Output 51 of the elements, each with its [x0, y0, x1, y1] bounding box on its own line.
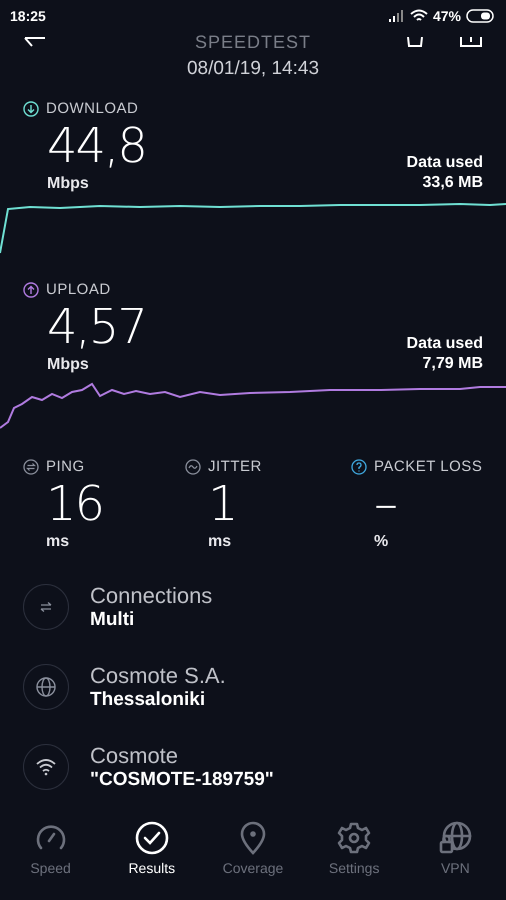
test-date: 08/01/19, 14:43 [186, 58, 320, 80]
info-title: Cosmote [90, 743, 180, 769]
wifi-icon [410, 9, 428, 23]
data-used-value: 7,79 MB [422, 354, 483, 374]
stat-value: 1 [208, 475, 237, 533]
arrow-up-icon [23, 282, 39, 298]
unit-label: ms [46, 533, 70, 551]
signal-icon [388, 10, 405, 22]
app-title: SPEEDTEST [194, 32, 312, 52]
arrows-icon [23, 584, 69, 630]
info-title: Connections [90, 583, 212, 609]
ping-icon [23, 458, 39, 474]
nav-tab[interactable]: Speed [6, 820, 96, 892]
info-value: Multi [90, 609, 136, 631]
stat-value: 16 [46, 475, 104, 533]
question-icon [351, 458, 367, 474]
arrow-down-icon [23, 100, 39, 116]
speed-value: 44,8 [47, 117, 146, 175]
unit-label: Mbps [47, 175, 90, 193]
stat-label: JITTER [208, 458, 262, 475]
wave-icon [185, 458, 201, 474]
wifi-icon [23, 744, 69, 790]
share-icon[interactable] [460, 37, 482, 47]
unit-label: ms [208, 533, 232, 551]
globe-icon [23, 664, 69, 710]
data-used-label: Data used [406, 334, 483, 354]
stat-label: PING [46, 458, 85, 475]
unit-label: % [374, 533, 388, 551]
info-value: "COSMOTE-189759" [90, 769, 274, 791]
data-used-value: 33,6 MB [422, 173, 483, 193]
section-label: UPLOAD [46, 281, 111, 298]
stat-label: PACKET LOSS [374, 458, 482, 475]
battery-level: 47% [432, 8, 461, 24]
nav-tab[interactable]: VPN [410, 820, 500, 892]
nav-tab[interactable]: Results [106, 820, 197, 892]
battery-icon [466, 9, 496, 23]
checkmark-icon [134, 820, 170, 856]
stat-value: – [374, 475, 396, 533]
speed-value: 4,57 [47, 298, 146, 356]
data-used-label: Data used [406, 153, 483, 173]
nav-tab[interactable]: Coverage [208, 820, 298, 892]
nav-tab[interactable]: Settings [309, 820, 400, 892]
info-value: Thessaloniki [90, 689, 206, 711]
section-label: DOWNLOAD [46, 100, 138, 117]
unit-label: Mbps [47, 356, 90, 374]
back-icon[interactable] [24, 37, 46, 47]
info-title: Cosmote S.A. [90, 663, 226, 689]
globe-lock-icon [437, 820, 474, 856]
settings-icon [336, 820, 372, 856]
clock: 18:25 [10, 8, 46, 24]
delete-icon[interactable] [406, 37, 424, 47]
